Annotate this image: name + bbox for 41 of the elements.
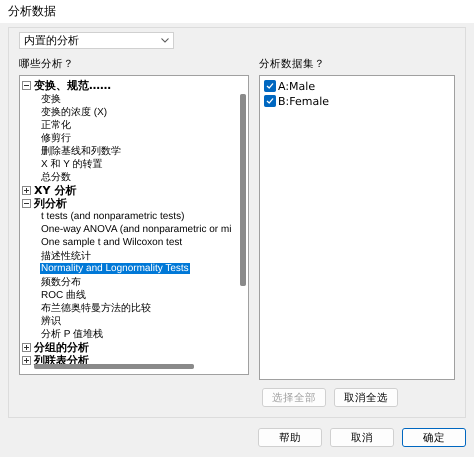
collapse-icon[interactable]	[22, 81, 31, 90]
chevron-down-icon	[161, 38, 169, 43]
analysis-type-dropdown[interactable]: 内置的分析	[19, 32, 174, 49]
tree-item[interactable]: 布兰德奥特曼方法的比较	[40, 301, 152, 316]
checkbox[interactable]	[264, 80, 276, 92]
tree-item[interactable]: 修剪行	[40, 130, 72, 145]
tree-item[interactable]: 描述性统计	[40, 248, 92, 263]
tree-item[interactable]: 分析 P 值堆栈	[40, 327, 104, 342]
checkbox[interactable]	[264, 95, 276, 107]
analyses-label: 哪些分析？	[19, 57, 75, 71]
tree-item[interactable]: 变换的浓度 (X)	[40, 104, 108, 119]
tree-item[interactable]: One sample t and Wilcoxon test	[40, 237, 184, 248]
window-title: 分析数据	[8, 3, 56, 20]
tree-group[interactable]: 分组的分析	[34, 340, 89, 355]
tree-item[interactable]: 变换	[40, 92, 62, 106]
dataset-item[interactable]: B:Female	[278, 94, 330, 108]
expand-icon[interactable]	[22, 356, 31, 366]
dialog-button[interactable]: 取消	[330, 428, 394, 447]
tree-item[interactable]: 删除基线和列数学	[40, 144, 122, 158]
expand-icon[interactable]	[22, 342, 31, 352]
dialog-button[interactable]: 确定	[402, 428, 466, 447]
tree-item[interactable]: 正常化	[40, 118, 72, 132]
dialog-button[interactable]: 帮助	[258, 428, 322, 447]
tree-item[interactable]: Normality and Lognormality Tests	[40, 263, 190, 274]
tree-item[interactable]: One-way ANOVA (and nonparametric or mi	[40, 224, 232, 236]
vertical-scrollbar[interactable]	[240, 94, 246, 286]
datasets-label: 分析数据集？	[259, 57, 326, 71]
tree-item[interactable]: X 和 Y 的转置	[40, 157, 104, 172]
tree-group[interactable]: 列分析	[34, 196, 67, 211]
expand-icon[interactable]	[22, 186, 31, 195]
tree-group[interactable]: XY 分析	[34, 182, 76, 198]
list-button[interactable]: 取消全选	[334, 388, 398, 407]
collapse-icon[interactable]	[22, 198, 31, 208]
tree-item[interactable]: 频数分布	[40, 274, 82, 289]
horizontal-scrollbar[interactable]	[34, 364, 194, 369]
tree-item[interactable]: t tests (and nonparametric tests)	[40, 210, 186, 222]
dataset-item[interactable]: A:Male	[278, 80, 316, 92]
tree-item[interactable]: 辨识	[40, 314, 62, 328]
tree-item[interactable]: ROC 曲线	[40, 288, 87, 302]
tree-group[interactable]: 变换、规范……	[34, 78, 111, 94]
tree-item[interactable]: 总分数	[40, 170, 72, 184]
